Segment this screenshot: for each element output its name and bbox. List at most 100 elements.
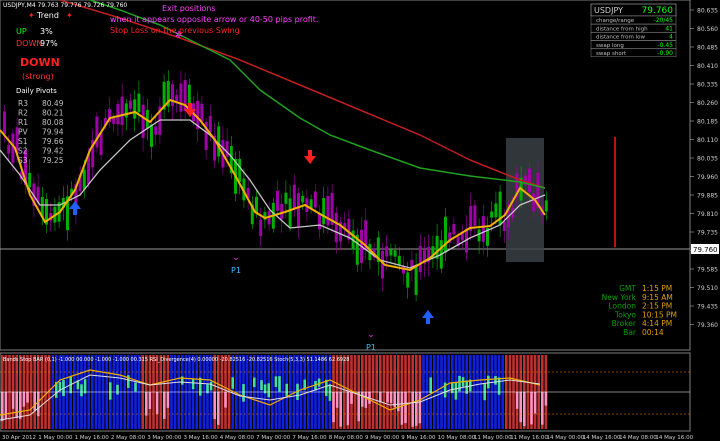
candle-body (82, 169, 86, 190)
sub-hist-bar (335, 392, 339, 408)
info-row-label: change/range (596, 18, 635, 24)
candle-body (389, 249, 393, 256)
sub-hist-bar (379, 392, 382, 403)
sub-hist-bar (404, 392, 407, 424)
info-price: 79.760 (642, 6, 674, 16)
candle-body (473, 205, 477, 226)
svg-text:⌄: ⌄ (367, 330, 375, 340)
trend-down-label: DOWN (16, 39, 42, 48)
clock-value: 2:15 PM (642, 302, 672, 311)
info-row-label: distance from high (596, 26, 648, 32)
info-row-value: -20/45 (654, 17, 674, 24)
candle-body (116, 103, 120, 125)
sub-hist-bar (332, 392, 335, 423)
info-row-label: distance from low (596, 35, 645, 41)
price-tick-label: 79.435 (697, 304, 718, 311)
price-tick-label: 80.485 (697, 45, 718, 52)
sub-hist-bar (83, 379, 87, 394)
price-tick-label: 80.035 (697, 156, 718, 163)
pivot-value: 80.08 (42, 118, 64, 127)
price-tick-label: 79.810 (697, 211, 718, 218)
candle-body (309, 199, 313, 208)
sub-hist-bar (109, 382, 112, 400)
sub-hist-bar (213, 392, 216, 419)
clock-value: 00:14 (642, 328, 664, 337)
time-axis: 30 Apr 2012 1 May 00:00 1 May 16:00 2 May 0… (2, 435, 694, 441)
sub-hist-bar (454, 382, 458, 400)
time-tick-label: 11 May 00:00 (474, 435, 512, 441)
sub-hist-bar (26, 392, 29, 403)
time-tick-label: 3 May 00:00 (147, 435, 182, 441)
candle-body (200, 103, 204, 122)
time-tick-label: 3 May 16:00 (184, 435, 219, 441)
main-chart-area[interactable] (0, 0, 691, 351)
trend-up-value: 3% (40, 27, 53, 36)
candle-body (418, 245, 422, 273)
time-tick-label: 8 May 08:00 (329, 435, 364, 441)
candle-body (280, 203, 284, 220)
candle-body (137, 93, 141, 113)
info-row-label: swap short (596, 51, 627, 57)
sub-hist-bar (418, 392, 422, 424)
pivot-value: 80.49 (42, 99, 64, 108)
candle-body (297, 193, 300, 228)
annotation-exit: Exit positions (162, 4, 216, 13)
candle-body (532, 193, 536, 212)
sub-hist-bar (494, 376, 497, 385)
price-tick-label: 80.635 (697, 8, 718, 15)
price-tick-label: 80.260 (697, 100, 718, 107)
price-tick-label: 80.110 (697, 137, 718, 144)
clock-value: 10:15 PM (642, 310, 677, 319)
time-tick-label: 14 May 00:00 (547, 435, 585, 441)
candle-body (481, 216, 485, 242)
sub-hist-bar (533, 392, 537, 414)
sub-hist-bar (145, 392, 148, 416)
sub-hist-bar (4, 392, 8, 420)
pivot-label: S3 (18, 156, 28, 165)
pivot-value: 80.21 (42, 109, 64, 118)
svg-text:79.760: 79.760 (693, 246, 718, 254)
candle-body (326, 195, 330, 226)
pivot-label: R2 (18, 109, 28, 118)
candle-body (292, 184, 296, 210)
sub-hist-bar (209, 381, 213, 391)
time-tick-label: 10 May 08:00 (438, 435, 476, 441)
pivot-label: S1 (18, 137, 28, 146)
sub-hist-bar (285, 383, 288, 397)
svg-text:✦: ✦ (66, 11, 73, 20)
svg-text:⌄: ⌄ (232, 253, 240, 263)
price-tick-label: 79.735 (697, 230, 718, 237)
price-tick-label: 79.585 (697, 267, 718, 274)
candle-body (288, 198, 292, 227)
trading-chart[interactable]: ✲ ⌄ ⌄ P1 P1 USDJPY,M4 79.763 79.776 79.7… (0, 0, 720, 441)
candle-body (502, 221, 506, 232)
down-marker-icon: ⌄ (232, 253, 240, 263)
clock-value: 1:15 PM (642, 284, 672, 293)
price-tick-label: 80.335 (697, 82, 718, 89)
candle-body (322, 198, 326, 225)
candle-body (284, 192, 288, 204)
info-panel: USDJPY 79.760 change/range -20/45 distance… (590, 3, 677, 58)
time-tick-label: 14 May 16:00 (583, 435, 621, 441)
sub-hist-bar (487, 375, 490, 389)
time-tick-label: 30 Apr 2012 (2, 435, 36, 441)
sub-hist-bar (364, 392, 368, 408)
time-tick-label: 14 May 08:00 (619, 435, 657, 441)
sub-hist-bar (523, 392, 526, 427)
sub-hist-bar (166, 392, 170, 408)
sub-hist-bar (242, 384, 245, 402)
sub-window-title: Bands Stop BAR (0,1) -1.000 00.000 -1.00… (3, 357, 349, 363)
candle-body (406, 272, 410, 288)
sub-hist-bar (191, 379, 195, 390)
candle-body (452, 224, 456, 235)
clock-value: 9:15 AM (642, 293, 673, 302)
sub-hist-bar (357, 392, 360, 422)
sub-hist-bar (515, 392, 519, 409)
time-tick-label: 14 May 16:00 (655, 435, 693, 441)
time-tick-label: 2 May 08:00 (111, 435, 146, 441)
candle-body (385, 246, 389, 257)
pivot-value: 79.94 (42, 128, 64, 137)
trend-title: Trend (36, 11, 59, 20)
candle-body (154, 126, 158, 135)
candle-body (28, 172, 32, 188)
